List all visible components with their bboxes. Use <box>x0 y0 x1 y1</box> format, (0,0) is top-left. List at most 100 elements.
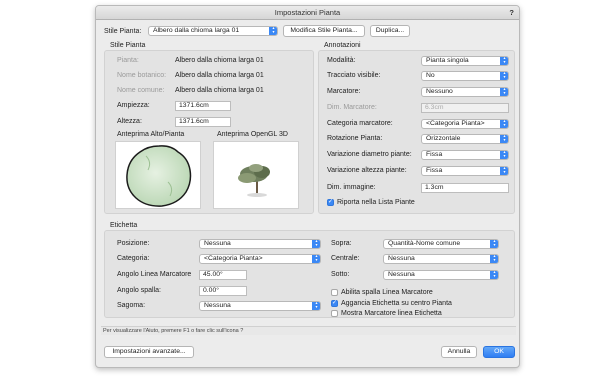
attach-checkbox-label: Aggancia Etichetta su centro Pianta <box>341 300 452 307</box>
marker-dim-label: Dim. Marcatore: <box>327 104 377 111</box>
label-group-title: Etichetta <box>110 222 138 229</box>
diameter-variation-select[interactable]: Fissa <box>421 150 509 160</box>
rotation-label: Rotazione Pianta: <box>327 135 383 142</box>
select-arrows-icon <box>500 57 508 65</box>
top-view-preview <box>115 141 201 209</box>
dialog-title: Impostazioni Pianta <box>274 8 341 17</box>
show-marker-checkbox-label: Mostra Marcatore linea Etichetta <box>341 310 442 317</box>
center-select[interactable]: Nessuna <box>383 254 499 264</box>
width-field[interactable]: 1371.6cm <box>175 101 231 111</box>
style-select[interactable]: Albero dalla chioma larga 01 <box>148 26 278 36</box>
report-checkbox[interactable]: ✓ <box>327 199 334 206</box>
shape-label: Sagoma: <box>117 302 146 309</box>
tree-top-icon <box>126 145 192 207</box>
height-variation-value: Fissa <box>426 167 443 174</box>
common-value: Albero dalla chioma larga 01 <box>175 87 264 94</box>
angle-label: Angolo Linea Marcatore <box>117 271 192 278</box>
diameter-variation-value: Fissa <box>426 151 443 158</box>
cancel-button[interactable]: Annulla <box>441 346 477 358</box>
diameter-variation-label: Variazione diametro piante: <box>327 151 412 158</box>
modality-select[interactable]: Pianta singola <box>421 56 509 66</box>
ok-button[interactable]: OK <box>483 346 515 358</box>
marker-value: Nessuno <box>426 88 453 95</box>
shoulder-checkbox-label: Abilita spalla Linea Marcatore <box>341 289 433 296</box>
category-select[interactable]: <Categoria Pianta> <box>199 254 321 264</box>
plant-style-title: Stile Pianta <box>110 42 146 49</box>
help-icon[interactable]: ? <box>509 6 514 20</box>
select-arrows-icon <box>312 302 320 310</box>
category-value: <Categoria Pianta> <box>204 255 263 262</box>
center-value: Nessuna <box>388 255 415 262</box>
marker-dim-field: 6.3cm <box>421 103 509 113</box>
marker-category-select[interactable]: <Categoria Pianta> <box>421 119 509 129</box>
width-label: Ampiezza: <box>117 102 150 109</box>
plant-value: Albero dalla chioma larga 01 <box>175 57 264 64</box>
position-select[interactable]: Nessuna <box>199 239 321 249</box>
rotation-select[interactable]: Orizzontale <box>421 134 509 144</box>
select-arrows-icon <box>490 240 498 248</box>
height-variation-label: Variazione altezza piante: <box>327 167 407 174</box>
annotations-title: Annotazioni <box>324 42 361 49</box>
shape-value: Nessuna <box>204 302 231 309</box>
select-arrows-icon <box>490 255 498 263</box>
rotation-value: Orizzontale <box>426 135 461 142</box>
style-select-value: Albero dalla chioma larga 01 <box>153 27 240 34</box>
dialog-titlebar[interactable]: Impostazioni Pianta ? <box>96 6 519 20</box>
select-arrows-icon <box>500 167 508 175</box>
modality-label: Modalità: <box>327 57 356 64</box>
angle-field[interactable]: 45.00° <box>199 270 247 280</box>
marker-category-value: <Categoria Pianta> <box>426 120 485 127</box>
plant-label: Pianta: <box>117 57 139 64</box>
attach-checkbox[interactable]: ✓ <box>331 300 338 307</box>
trace-label: Tracciato visibile: <box>327 72 381 79</box>
advanced-settings-button[interactable]: Impostazioni avanzate... <box>104 346 194 358</box>
modality-value: Pianta singola <box>426 57 469 64</box>
select-arrows-icon <box>312 240 320 248</box>
select-arrows-icon <box>500 120 508 128</box>
select-arrows-icon <box>312 255 320 263</box>
image-dim-field[interactable]: 1.3cm <box>421 183 509 193</box>
botanic-label: Nome botanico: <box>117 72 167 79</box>
shape-select[interactable]: Nessuna <box>199 301 321 311</box>
edit-style-button[interactable]: Modifica Stile Pianta... <box>283 25 365 37</box>
tree-3d-icon <box>238 164 270 197</box>
height-field[interactable]: 1371.6cm <box>175 117 231 127</box>
above-value: Quantità-Nome comune <box>388 240 461 247</box>
above-select[interactable]: Quantità-Nome comune <box>383 239 499 249</box>
shoulder-angle-label: Angolo spalla: <box>117 287 161 294</box>
category-label: Categoria: <box>117 255 150 262</box>
trace-value: No <box>426 72 435 79</box>
trace-select[interactable]: No <box>421 71 509 81</box>
common-label: Nome comune: <box>117 87 165 94</box>
show-marker-checkbox[interactable] <box>331 310 338 317</box>
below-select[interactable]: Nessuna <box>383 270 499 280</box>
select-arrows-icon <box>269 27 277 35</box>
marker-label: Marcatore: <box>327 88 361 95</box>
below-value: Nessuna <box>388 271 415 278</box>
below-label: Sotto: <box>331 271 350 278</box>
shoulder-checkbox[interactable] <box>331 289 338 296</box>
center-label: Centrale: <box>331 255 360 262</box>
above-label: Sopra: <box>331 240 352 247</box>
select-arrows-icon <box>500 88 508 96</box>
preview-top-label: Anteprima Alto/Pianta <box>117 131 185 138</box>
plant-settings-dialog: Impostazioni Pianta ? Stile Pianta: Albe… <box>95 5 520 368</box>
select-arrows-icon <box>490 271 498 279</box>
preview-3d-label: Anteprima OpenGL 3D <box>217 131 288 138</box>
marker-select[interactable]: Nessuno <box>421 87 509 97</box>
height-label: Altezza: <box>117 118 142 125</box>
image-dim-label: Dim. immagine: <box>327 184 376 191</box>
annotations-group: Modalità: Pianta singola Tracciato visib… <box>318 50 515 214</box>
height-variation-select[interactable]: Fissa <box>421 166 509 176</box>
botanic-value: Albero dalla chioma larga 01 <box>175 72 264 79</box>
select-arrows-icon <box>500 151 508 159</box>
opengl-3d-preview <box>213 141 299 209</box>
label-group: Posizione: Nessuna Categoria: <Categoria… <box>104 230 515 318</box>
duplicate-button[interactable]: Duplica... <box>370 25 410 37</box>
plant-style-group: Pianta: Albero dalla chioma larga 01 Nom… <box>104 50 314 214</box>
report-checkbox-label: Riporta nella Lista Piante <box>337 199 415 206</box>
style-label: Stile Pianta: <box>104 28 142 35</box>
shoulder-angle-field[interactable]: 0.00° <box>199 286 247 296</box>
select-arrows-icon <box>500 135 508 143</box>
select-arrows-icon <box>500 72 508 80</box>
